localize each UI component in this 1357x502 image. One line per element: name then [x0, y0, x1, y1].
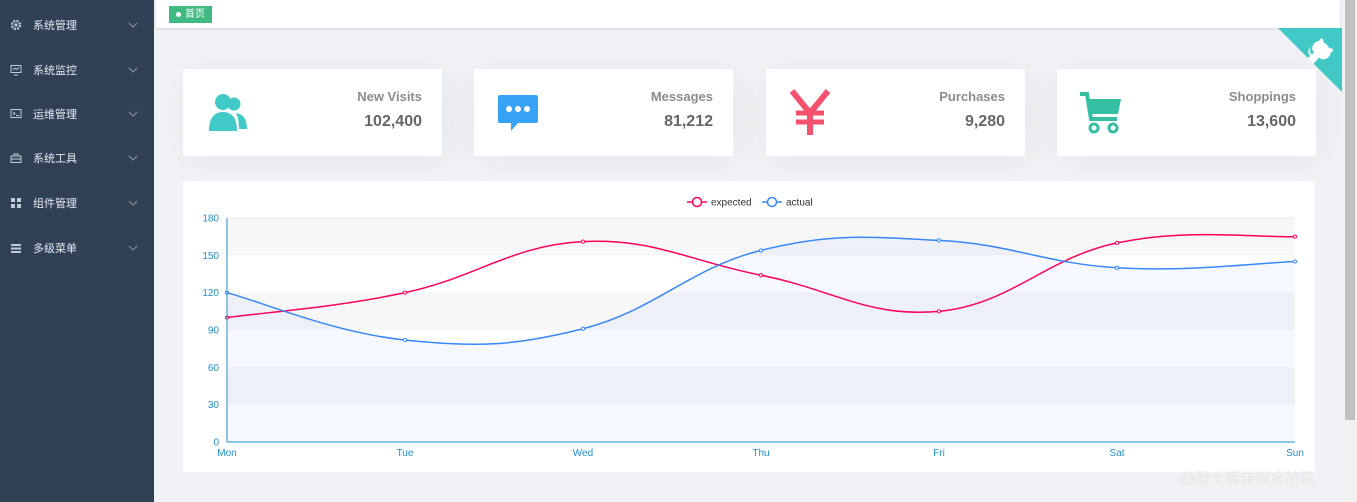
sidebar: 系统管理 系统监控 运维管理 系统工具 组件管理 多级菜单	[0, 0, 154, 502]
monitor-icon	[9, 63, 23, 77]
x-tick-label: Fri	[933, 448, 945, 459]
panel-label: Messages	[650, 89, 713, 104]
message-icon	[498, 95, 538, 131]
x-tick-label: Mon	[217, 448, 236, 459]
sidebar-item-label: 运维管理	[33, 108, 77, 121]
y-tick-label: 90	[208, 326, 220, 337]
shopping-cart-icon	[1080, 92, 1121, 134]
tab-home[interactable]: 首页	[169, 6, 212, 23]
panel-label: Purchases	[939, 89, 1005, 104]
y-tick-label: 30	[208, 400, 220, 411]
watermark: @稀土掘金技术社区	[1180, 469, 1316, 487]
y-tick-label: 180	[202, 214, 219, 225]
gear-icon	[9, 18, 23, 32]
panel-text: New Visits 102,400	[357, 89, 422, 131]
data-point-actual	[580, 326, 586, 331]
chevron-down-icon	[128, 111, 138, 117]
chevron-down-icon	[128, 67, 138, 73]
x-tick-label: Tue	[397, 448, 414, 459]
line-chart-panel: 0 30 60 90 120 150 180 Mon Tue Wed Thu Fri Sat Sun exp…	[183, 181, 1315, 472]
panel-purchases[interactable]: Purchases 9,280	[766, 69, 1025, 156]
y-tick-label: 120	[202, 288, 219, 299]
y-tick-label: 150	[202, 251, 219, 262]
sidebar-item-system-monitor[interactable]: 系统监控	[0, 48, 154, 92]
panel-label: Shoppings	[1228, 89, 1296, 104]
chevron-down-icon	[128, 22, 138, 28]
x-tick-label: Sat	[1109, 448, 1124, 459]
data-point-expected	[758, 273, 764, 278]
sidebar-item-multi-level-menu[interactable]: 多级菜单	[0, 226, 154, 270]
data-point-expected	[580, 239, 586, 244]
page-scrollbar[interactable]	[1343, 0, 1357, 502]
data-point-actual	[758, 248, 764, 253]
grid-icon	[9, 196, 23, 210]
scrollbar-thumb[interactable]	[1345, 0, 1355, 420]
sidebar-item-system-tools[interactable]: 系统工具	[0, 136, 154, 180]
sidebar-item-label: 组件管理	[33, 197, 77, 210]
y-tick-label: 60	[208, 363, 220, 374]
data-point-expected	[1114, 240, 1120, 245]
sidebar-item-component-management[interactable]: 组件管理	[0, 181, 154, 225]
chevron-down-icon	[128, 200, 138, 206]
legend-label-expected: expected	[711, 198, 752, 209]
chevron-down-icon	[128, 245, 138, 251]
x-tick-label: Thu	[752, 448, 769, 459]
sidebar-item-label: 系统管理	[33, 19, 77, 32]
line-chart: 0 30 60 90 120 150 180 Mon Tue Wed Thu Fri Sat Sun exp…	[202, 196, 1304, 459]
peoples-icon	[209, 94, 247, 131]
data-point-actual	[402, 337, 408, 343]
panel-value: 81,212	[664, 113, 713, 130]
panel-value: 102,400	[364, 113, 422, 130]
data-point-expected	[936, 309, 942, 314]
sidebar-item-ops-management[interactable]: 运维管理	[0, 92, 154, 136]
data-point-actual	[1292, 259, 1298, 264]
data-point-expected	[402, 290, 408, 295]
x-tick-label: Sun	[1286, 448, 1304, 459]
sidebar-item-system-management[interactable]: 系统管理	[0, 3, 154, 47]
tab-label: 首页	[185, 9, 205, 20]
list-icon	[9, 241, 23, 255]
sidebar-item-label: 多级菜单	[33, 242, 77, 255]
legend-label-actual: actual	[786, 198, 813, 209]
money-icon	[789, 89, 831, 135]
sidebar-item-label: 系统监控	[33, 64, 77, 77]
toolbox-icon	[9, 151, 23, 165]
panel-text: Messages 81,212	[651, 89, 713, 131]
data-point-actual	[936, 238, 942, 243]
panel-text: Shoppings 13,600	[1229, 89, 1296, 131]
active-dot	[176, 12, 181, 17]
data-point-expected	[1292, 234, 1298, 239]
panel-value: 13,600	[1247, 113, 1296, 130]
sidebar-item-label: 系统工具	[33, 152, 77, 165]
legend-marker-expected	[691, 196, 703, 208]
panel-new-visits[interactable]: New Visits 102,400	[183, 69, 442, 156]
panel-label: New Visits	[357, 89, 422, 104]
panel-text: Purchases 9,280	[939, 89, 1005, 131]
legend-marker-actual	[766, 196, 778, 208]
tags-view-bar: 首页	[156, 0, 1340, 28]
panel-messages[interactable]: Messages 81,212	[474, 69, 733, 156]
panel-value: 9,280	[964, 113, 1005, 130]
chevron-down-icon	[128, 155, 138, 161]
terminal-icon	[9, 107, 23, 121]
data-point-actual	[1114, 265, 1120, 270]
panel-shoppings[interactable]: Shoppings 13,600	[1057, 69, 1316, 156]
x-tick-label: Wed	[573, 448, 593, 459]
y-tick-label: 0	[213, 438, 219, 449]
